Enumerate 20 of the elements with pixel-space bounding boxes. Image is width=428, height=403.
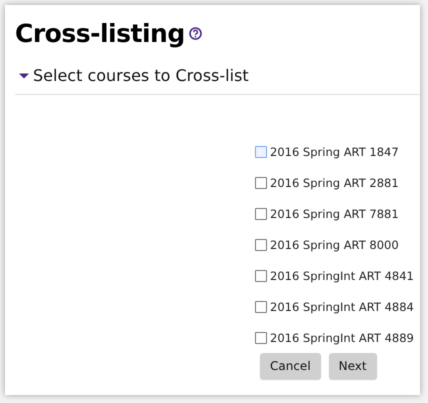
course-label[interactable]: 2016 SpringInt ART 4884 bbox=[270, 300, 414, 314]
caret-icon[interactable] bbox=[19, 72, 29, 80]
checkbox[interactable] bbox=[255, 301, 267, 313]
course-label[interactable]: 2016 Spring ART 2881 bbox=[270, 176, 399, 190]
section-heading[interactable]: Select courses to Cross-list bbox=[33, 66, 249, 85]
course-label[interactable]: 2016 Spring ART 1847 bbox=[270, 145, 399, 159]
course-label[interactable]: 2016 SpringInt ART 4889 bbox=[270, 331, 414, 345]
course-label[interactable]: 2016 Spring ART 7881 bbox=[270, 207, 399, 221]
checkbox[interactable] bbox=[255, 332, 267, 344]
next-button[interactable]: Next bbox=[328, 353, 377, 379]
checkbox[interactable] bbox=[255, 146, 267, 158]
checkbox[interactable] bbox=[255, 270, 267, 282]
course-label[interactable]: 2016 SpringInt ART 4841 bbox=[270, 269, 414, 283]
checkbox[interactable] bbox=[255, 239, 267, 251]
cancel-button[interactable]: Cancel bbox=[260, 353, 321, 379]
page-title: Cross-listing bbox=[15, 19, 185, 48]
course-label[interactable]: 2016 Spring ART 8000 bbox=[270, 238, 399, 252]
checkbox[interactable] bbox=[255, 177, 267, 189]
checkbox[interactable] bbox=[255, 208, 267, 220]
help-icon[interactable] bbox=[188, 27, 202, 40]
